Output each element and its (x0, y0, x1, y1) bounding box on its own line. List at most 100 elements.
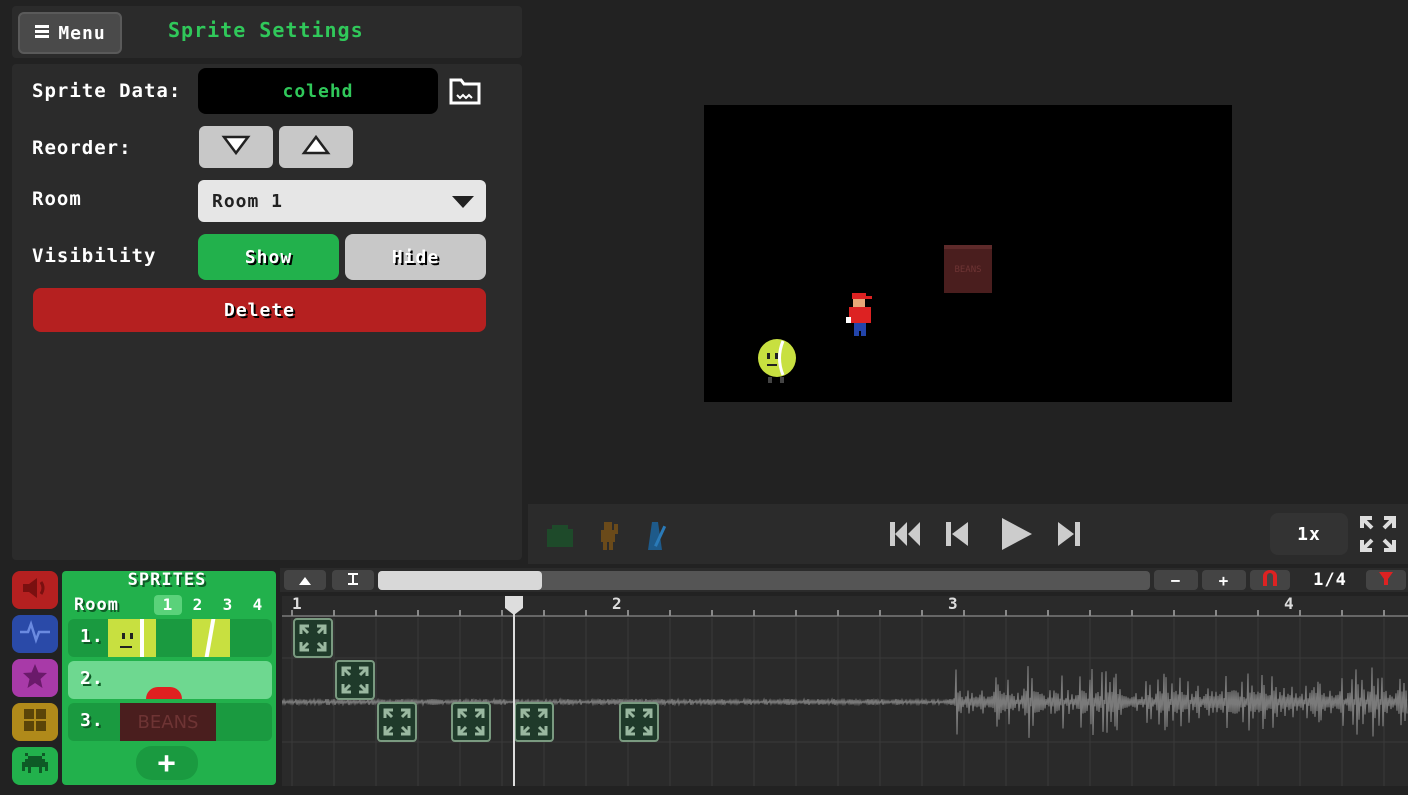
snap-toggle-button[interactable] (1250, 570, 1290, 590)
timeline-scroll-thumb[interactable] (378, 571, 542, 590)
expand-vertical-icon (346, 571, 360, 590)
sprite-row-number: 3. (80, 710, 104, 731)
ruler-mark: 1 (292, 594, 303, 613)
room-tab-2[interactable]: 2 (184, 595, 212, 615)
metronome-icon (640, 522, 670, 556)
layer-tool-button[interactable] (544, 520, 576, 552)
folder-icon (448, 78, 482, 110)
sprite-data-field[interactable]: colehd (198, 68, 438, 114)
skip-to-start-button[interactable] (888, 516, 922, 552)
menu-label: Menu (58, 22, 106, 44)
step-forward-icon (1056, 522, 1082, 556)
sprite-data-label: Sprite Data: (32, 80, 182, 102)
speed-button[interactable]: 1x (1270, 513, 1348, 555)
step-back-button[interactable] (944, 516, 970, 552)
sprite-row-2[interactable]: 2. (68, 661, 272, 699)
room-tab-1[interactable]: 1 (154, 595, 182, 615)
audio-tab[interactable] (12, 571, 58, 609)
keyframe[interactable] (451, 702, 491, 742)
beans-thumbnail: BEANS (120, 703, 216, 741)
playhead-line (513, 612, 515, 786)
visibility-label: Visibility (32, 245, 157, 267)
expand-icon (625, 708, 653, 736)
expand-icon (341, 666, 369, 694)
delete-button[interactable]: Delete (33, 288, 486, 332)
expand-icon (520, 708, 548, 736)
character-thumbnail (146, 687, 182, 699)
step-forward-button[interactable] (1056, 516, 1082, 552)
filter-button[interactable] (1366, 570, 1406, 590)
layout-tab[interactable] (12, 703, 58, 741)
caret-up-icon (298, 571, 312, 590)
playhead-handle[interactable] (503, 594, 525, 616)
folder-button[interactable] (448, 76, 482, 106)
box-icon (544, 525, 576, 556)
room-select-value: Room 1 (212, 190, 284, 212)
arrow-up-icon (301, 134, 331, 160)
reorder-label: Reorder: (32, 137, 132, 159)
skip-start-icon (888, 522, 922, 556)
room-tabs-label: Room (74, 595, 119, 615)
tennis-ball-thumbnail-2 (192, 619, 230, 657)
hamburger-icon (34, 23, 50, 44)
play-button[interactable] (998, 514, 1034, 554)
expand-icon (457, 708, 485, 736)
chevron-down-icon (452, 196, 474, 208)
room-tab-4[interactable]: 4 (244, 595, 272, 615)
fit-height-button[interactable] (332, 570, 374, 590)
keyframe[interactable] (293, 618, 333, 658)
move-up-button[interactable] (279, 126, 353, 168)
keyframe[interactable] (619, 702, 659, 742)
zoom-out-button[interactable]: − (1154, 570, 1198, 590)
grid-icon (21, 706, 49, 738)
show-button[interactable]: Show (198, 234, 339, 280)
sprite-row-number: 2. (80, 668, 104, 689)
move-down-button[interactable] (199, 126, 273, 168)
add-sprite-button[interactable]: + (136, 746, 198, 781)
keyframe[interactable] (514, 702, 554, 742)
person-icon (594, 522, 624, 556)
zoom-in-button[interactable]: + (1202, 570, 1246, 590)
character-tool-button[interactable] (594, 518, 624, 552)
collapse-button[interactable] (284, 570, 326, 590)
effects-tab[interactable] (12, 659, 58, 697)
fullscreen-icon (1358, 516, 1398, 558)
hide-button[interactable]: Hide (345, 234, 486, 280)
keyframe[interactable] (335, 660, 375, 700)
sprites-title: SPRITES (127, 570, 207, 590)
waveform-tab[interactable] (12, 615, 58, 653)
room-tab-3[interactable]: 3 (214, 595, 242, 615)
timeline-area[interactable] (282, 596, 1408, 786)
room-label: Room (32, 188, 82, 210)
timeline-grid (282, 610, 1408, 786)
ruler-mark: 4 (1284, 594, 1295, 613)
space-invader-icon (19, 751, 51, 781)
sprite-row-3[interactable]: 3. BEANS (68, 703, 272, 741)
pulse-icon (19, 620, 51, 648)
star-icon (21, 662, 49, 694)
sprite-row-1[interactable]: 1. (68, 619, 272, 657)
beans-box-sprite: BEANS (944, 245, 992, 293)
expand-icon (383, 708, 411, 736)
beans-box-text: BEANS (954, 265, 982, 275)
menu-button[interactable]: Menu (18, 12, 122, 54)
ruler-mark: 3 (948, 594, 959, 613)
room-select[interactable]: Room 1 (198, 180, 486, 222)
scene-preview[interactable]: BEANS (704, 105, 1232, 402)
expand-icon (299, 624, 327, 652)
filter-icon (1377, 570, 1395, 590)
sprite-row-number: 1. (80, 626, 104, 647)
panel-title: Sprite Settings (168, 18, 364, 42)
magnet-icon (1261, 570, 1279, 590)
play-icon (998, 518, 1034, 558)
arrow-down-icon (221, 134, 251, 160)
metronome-button[interactable] (640, 518, 670, 552)
speaker-icon (20, 575, 50, 605)
fullscreen-button[interactable] (1358, 514, 1398, 554)
ruler-mark: 2 (612, 594, 623, 613)
snap-value[interactable]: 1/4 (1296, 570, 1364, 590)
tennis-ball-sprite (756, 337, 798, 385)
sprites-tab[interactable] (12, 747, 58, 785)
keyframe[interactable] (377, 702, 417, 742)
step-back-icon (944, 522, 970, 556)
